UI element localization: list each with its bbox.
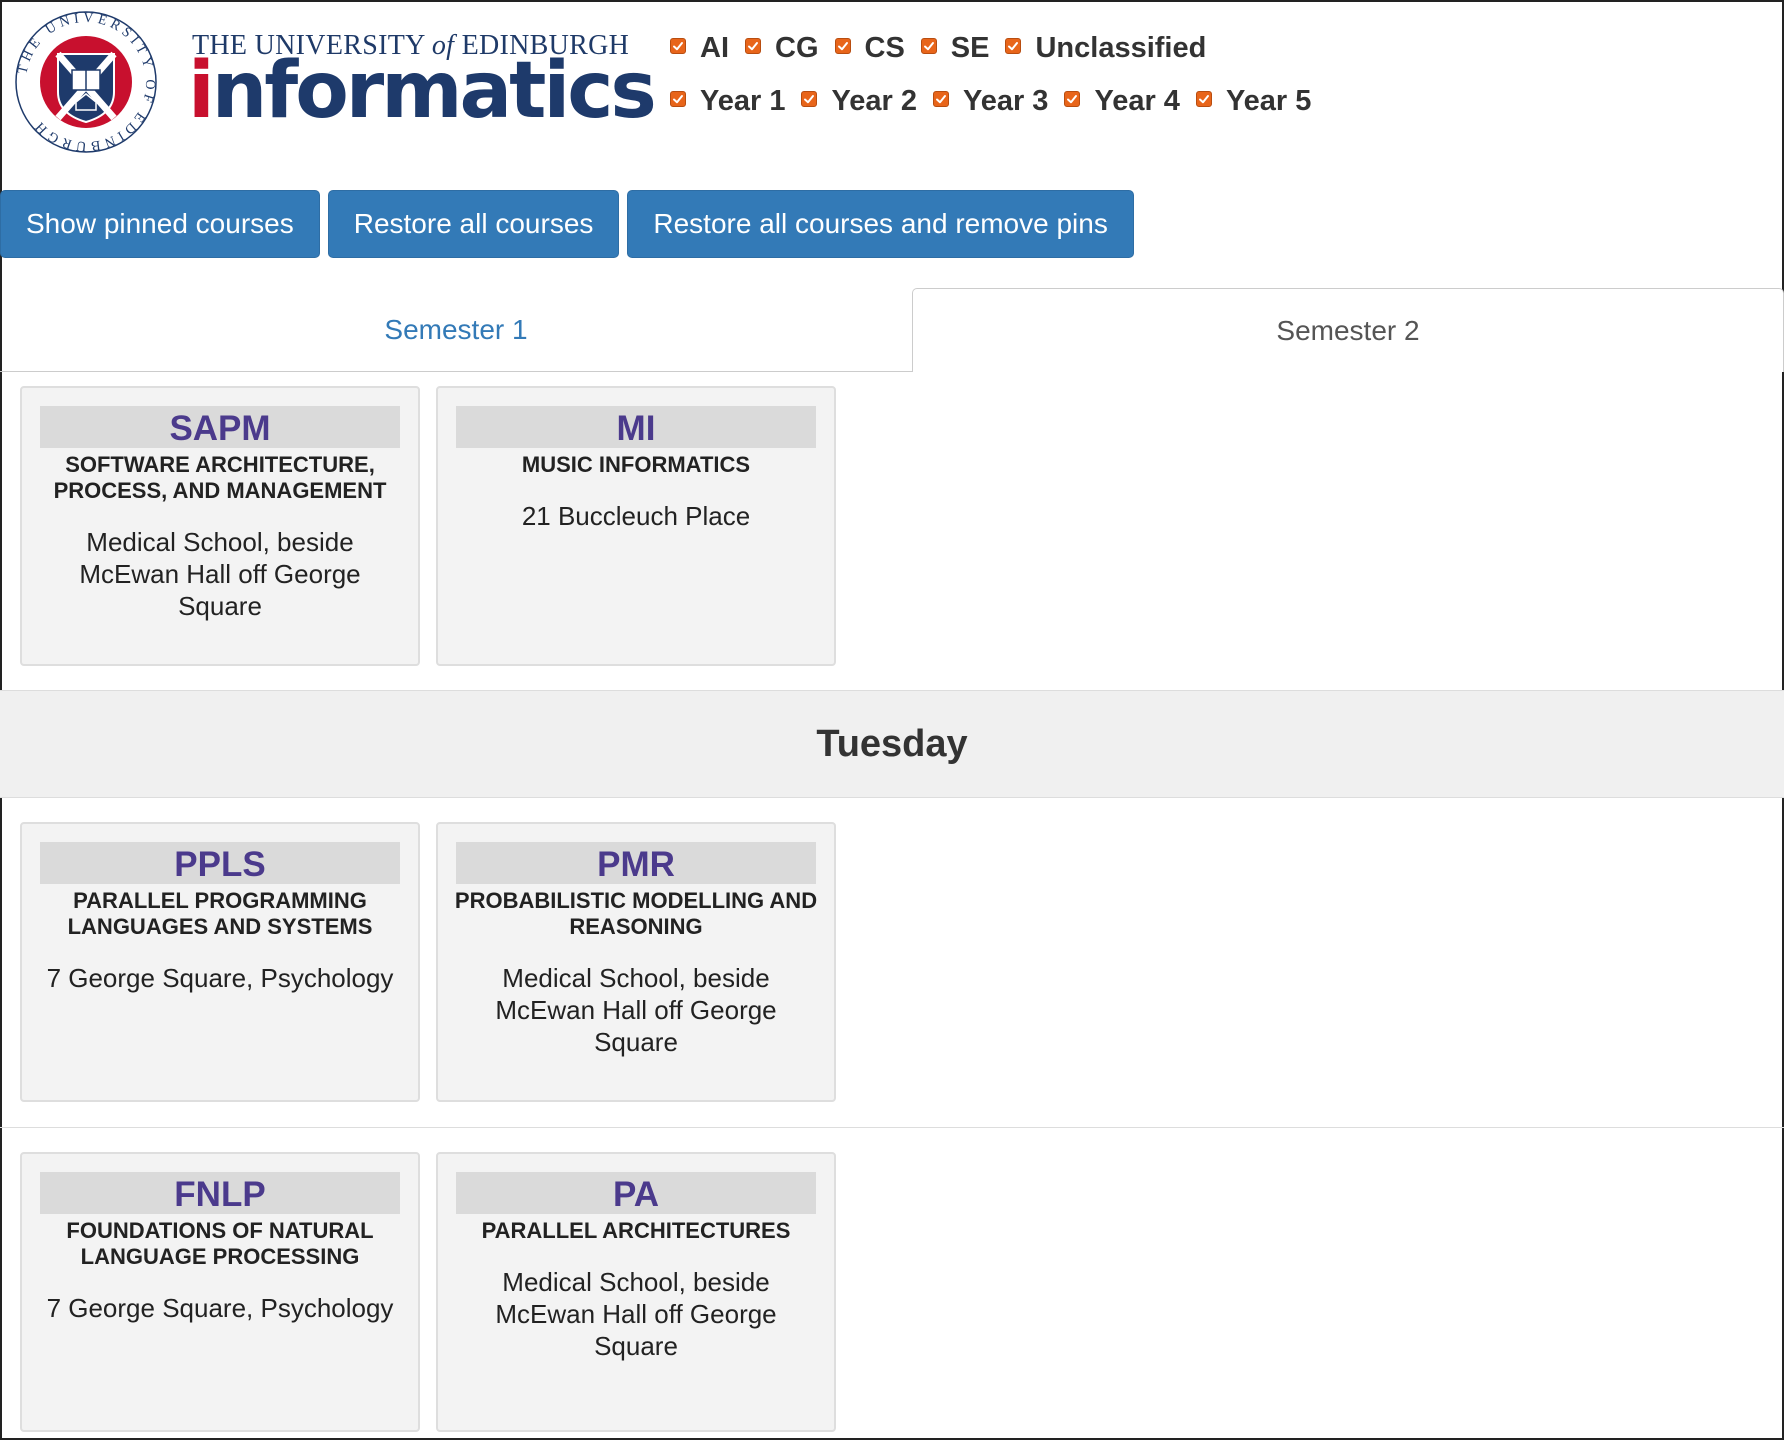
filter-se[interactable]: SE [920,31,990,65]
filter-unclassified[interactable]: Unclassified [1005,32,1206,65]
filter-label: Year 3 [962,84,1049,117]
course-location: Medical School, beside McEwan Hall off G… [495,1267,777,1361]
checkbox-checked-icon[interactable] [670,38,686,54]
restore-and-remove-pins-button[interactable]: Restore all courses and remove pins [627,190,1134,258]
university-seal-icon: THE UNIVERSITY OF EDINBURGH [15,11,157,153]
course-card-pmr[interactable]: PMR Probabilistic Modelling and Reasonin… [436,822,836,1102]
checkbox-checked-icon[interactable] [670,91,686,107]
site-header: THE UNIVERSITY OF EDINBURGH THE UNIVERSI… [0,0,1784,175]
tab-semester-2[interactable]: Semester 2 [912,288,1784,372]
course-card-pa[interactable]: PA Parallel Architectures Medical School… [436,1152,836,1432]
filter-label: Year 5 [1225,84,1312,117]
checkbox-checked-icon[interactable] [1005,38,1022,54]
course-location: Medical School, beside McEwan Hall off G… [495,963,777,1057]
course-location: 7 George Square, Psychology [46,963,394,993]
course-code: PA [456,1172,816,1214]
course-code: SAPM [40,406,400,448]
subject-filter-row: AI CG CS SE Unclassified [670,28,1327,68]
course-code: FNLP [40,1172,400,1214]
filter-year-5[interactable]: Year 5 [1195,84,1312,118]
filter-label: Year 4 [1094,84,1180,117]
filter-label: SE [950,31,990,64]
tab-semester-1[interactable]: Semester 1 [0,288,912,372]
semester-tabs: Semester 1 Semester 2 [0,288,1784,372]
day-header: Tuesday [0,690,1784,798]
filter-year-2[interactable]: Year 2 [801,84,917,118]
filter-label: AI [700,31,729,64]
restore-all-courses-button[interactable]: Restore all courses [327,190,620,258]
course-card-ppls[interactable]: PPLS Parallel Programming Languages and … [20,822,420,1102]
course-filters: AI CG CS SE Unclassified Year 1 Year 2 Year 3Y… [670,28,1327,134]
course-title: Parallel Programming Languages and Syste… [67,888,373,939]
course-card-sapm[interactable]: SAPM Software Architecture, Process, and… [20,386,420,666]
course-title: Probabilistic Modelling and Reasoning [454,888,818,939]
course-card-mi[interactable]: MI Music Informatics 21 Buccleuch Place [436,386,836,666]
course-title: Software Architecture, Process, and Mana… [53,452,387,503]
course-title: Foundations of Natural Language Processi… [66,1218,374,1269]
show-pinned-courses-button[interactable]: Show pinned courses [0,190,320,258]
checkbox-checked-icon[interactable] [932,91,949,107]
checkbox-checked-icon[interactable] [801,91,818,107]
filter-ai[interactable]: AI [670,32,729,65]
checkbox-checked-icon[interactable] [1195,91,1212,107]
filter-year-3[interactable]: Year 3 [932,84,1049,118]
filter-cg[interactable]: CG [745,32,819,65]
course-location: 21 Buccleuch Place [521,501,751,531]
course-title: Parallel Architectures [481,1218,791,1243]
informatics-logo: informatics [188,46,657,136]
course-location: Medical School, beside McEwan Hall off G… [79,527,361,621]
action-buttons: Show pinned courses Restore all courses … [0,190,1142,258]
filter-label: CS [864,31,905,64]
course-code: MI [456,406,816,448]
filter-label: Year 1 [700,84,786,117]
checkbox-checked-icon[interactable] [920,38,937,54]
filter-label: Year 2 [831,84,917,117]
course-code: PPLS [40,842,400,884]
filter-cs[interactable]: CS [834,31,905,65]
timeslot-divider [0,1127,1784,1128]
course-card-fnlp[interactable]: FNLP Foundations of Natural Language Pro… [20,1152,420,1432]
filter-label: CG [775,31,819,64]
checkbox-checked-icon[interactable] [1064,91,1081,107]
course-code: PMR [456,842,816,884]
year-filter-row: Year 1 Year 2 Year 3 Year 4 Year 5 [670,81,1327,121]
course-location: 7 George Square, Psychology [46,1293,394,1323]
checkbox-checked-icon[interactable] [834,38,851,54]
checkbox-checked-icon[interactable] [745,38,761,54]
filter-label: Unclassified [1035,31,1207,64]
filter-year-4[interactable]: Year 4 [1064,84,1180,118]
course-title: Music Informatics [521,452,751,477]
filter-year-1[interactable]: Year 1 [670,85,785,118]
